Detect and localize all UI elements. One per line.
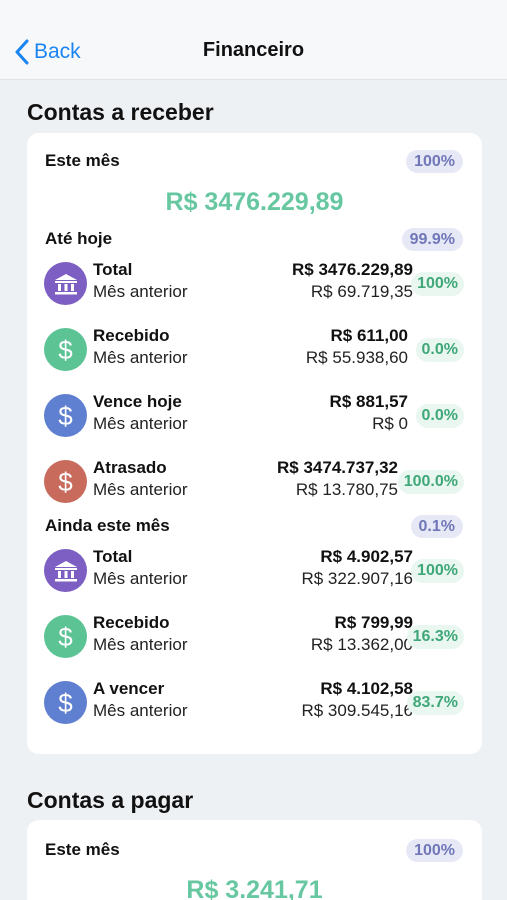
bank-icon	[44, 262, 87, 305]
list-item-recebido[interactable]: $ Recebido Mês anterior R$ 611,00 R$ 55.…	[44, 326, 464, 376]
dollar-icon: $	[44, 681, 87, 724]
row-title: Total	[93, 260, 133, 279]
list-item-vence-hoje[interactable]: $ Vence hoje Mês anterior R$ 881,57 R$ 0…	[44, 392, 464, 442]
este-mes-amount: R$ 3476.229,89	[165, 188, 344, 216]
este-mes-amount: R$ 3.241,71	[186, 876, 323, 900]
list-item-total[interactable]: Total Mês anterior R$ 4.902,57 R$ 322.90…	[44, 547, 464, 597]
row-title: Vence hoje	[93, 392, 182, 411]
row-subtitle: Mês anterior	[93, 569, 188, 588]
row-value: R$ 3474.737,32	[277, 458, 398, 477]
este-mes-pct-badge: 100%	[406, 150, 463, 173]
row-pct-badge: 100%	[411, 559, 464, 583]
row-pct-badge: 0.0%	[415, 338, 464, 362]
row-subtitle: Mês anterior	[93, 701, 188, 720]
este-mes-label: Este mês	[45, 840, 120, 859]
row-previous-value: R$ 13.362,00	[310, 635, 413, 654]
card-receber: Este mês 100% R$ 3476.229,89 Até hoje 99…	[27, 133, 482, 754]
este-mes-pct-badge: 100%	[406, 839, 463, 862]
dollar-icon: $	[44, 460, 87, 503]
row-title: Total	[93, 547, 133, 566]
ate-hoje-pct-badge: 99.9%	[401, 228, 463, 251]
dollar-icon: $	[44, 328, 87, 371]
row-title: Atrasado	[93, 458, 167, 477]
ainda-este-mes-label: Ainda este mês	[45, 516, 170, 535]
row-pct-badge: 16.3%	[406, 625, 464, 649]
section-title-receber: Contas a receber	[27, 99, 214, 125]
row-subtitle: Mês anterior	[93, 635, 188, 654]
row-previous-value: R$ 0	[372, 414, 408, 433]
row-value: R$ 4.102,58	[320, 679, 413, 698]
row-previous-value: R$ 322.907,16	[301, 569, 413, 588]
list-item-total[interactable]: Total Mês anterior R$ 3476.229,89 R$ 69.…	[44, 260, 464, 310]
row-subtitle: Mês anterior	[93, 282, 188, 301]
row-value: R$ 3476.229,89	[292, 260, 413, 279]
row-previous-value: R$ 309.545,16	[301, 701, 413, 720]
page-title: Financeiro	[202, 39, 305, 61]
section-title-pagar: Contas a pagar	[27, 787, 194, 813]
row-title: A vencer	[93, 679, 165, 698]
row-title: Recebido	[93, 613, 170, 632]
list-item-atrasado[interactable]: $ Atrasado Mês anterior R$ 3474.737,32 R…	[44, 458, 464, 508]
dollar-icon: $	[44, 615, 87, 658]
card-pagar: Este mês 100% R$ 3.241,71	[27, 820, 482, 900]
este-mes-label: Este mês	[45, 151, 120, 170]
row-value: R$ 799,99	[334, 613, 413, 632]
row-subtitle: Mês anterior	[93, 348, 188, 367]
ate-hoje-label: Até hoje	[45, 229, 113, 248]
row-pct-badge: 0.0%	[415, 404, 464, 428]
row-value: R$ 4.902,57	[320, 547, 413, 566]
navigation-bar: Back Financeiro	[0, 0, 507, 80]
row-pct-badge: 83.7%	[406, 691, 464, 715]
list-item-recebido[interactable]: $ Recebido Mês anterior R$ 799,99 R$ 13.…	[44, 613, 464, 663]
row-previous-value: R$ 69.719,35	[310, 282, 413, 301]
row-subtitle: Mês anterior	[93, 414, 188, 433]
bank-icon	[44, 549, 87, 592]
dollar-icon: $	[44, 394, 87, 437]
list-item-a-vencer[interactable]: $ A vencer Mês anterior R$ 4.102,58 R$ 3…	[44, 679, 464, 729]
row-pct-badge: 100.0%	[397, 470, 464, 494]
row-previous-value: R$ 13.780,75	[295, 480, 398, 499]
row-pct-badge: 100%	[411, 272, 464, 296]
row-value: R$ 611,00	[330, 326, 408, 345]
row-previous-value: R$ 55.938,60	[305, 348, 408, 367]
ainda-este-mes-pct-badge: 0.1%	[410, 515, 463, 538]
row-title: Recebido	[93, 326, 170, 345]
row-value: R$ 881,57	[329, 392, 408, 411]
row-subtitle: Mês anterior	[93, 480, 188, 499]
